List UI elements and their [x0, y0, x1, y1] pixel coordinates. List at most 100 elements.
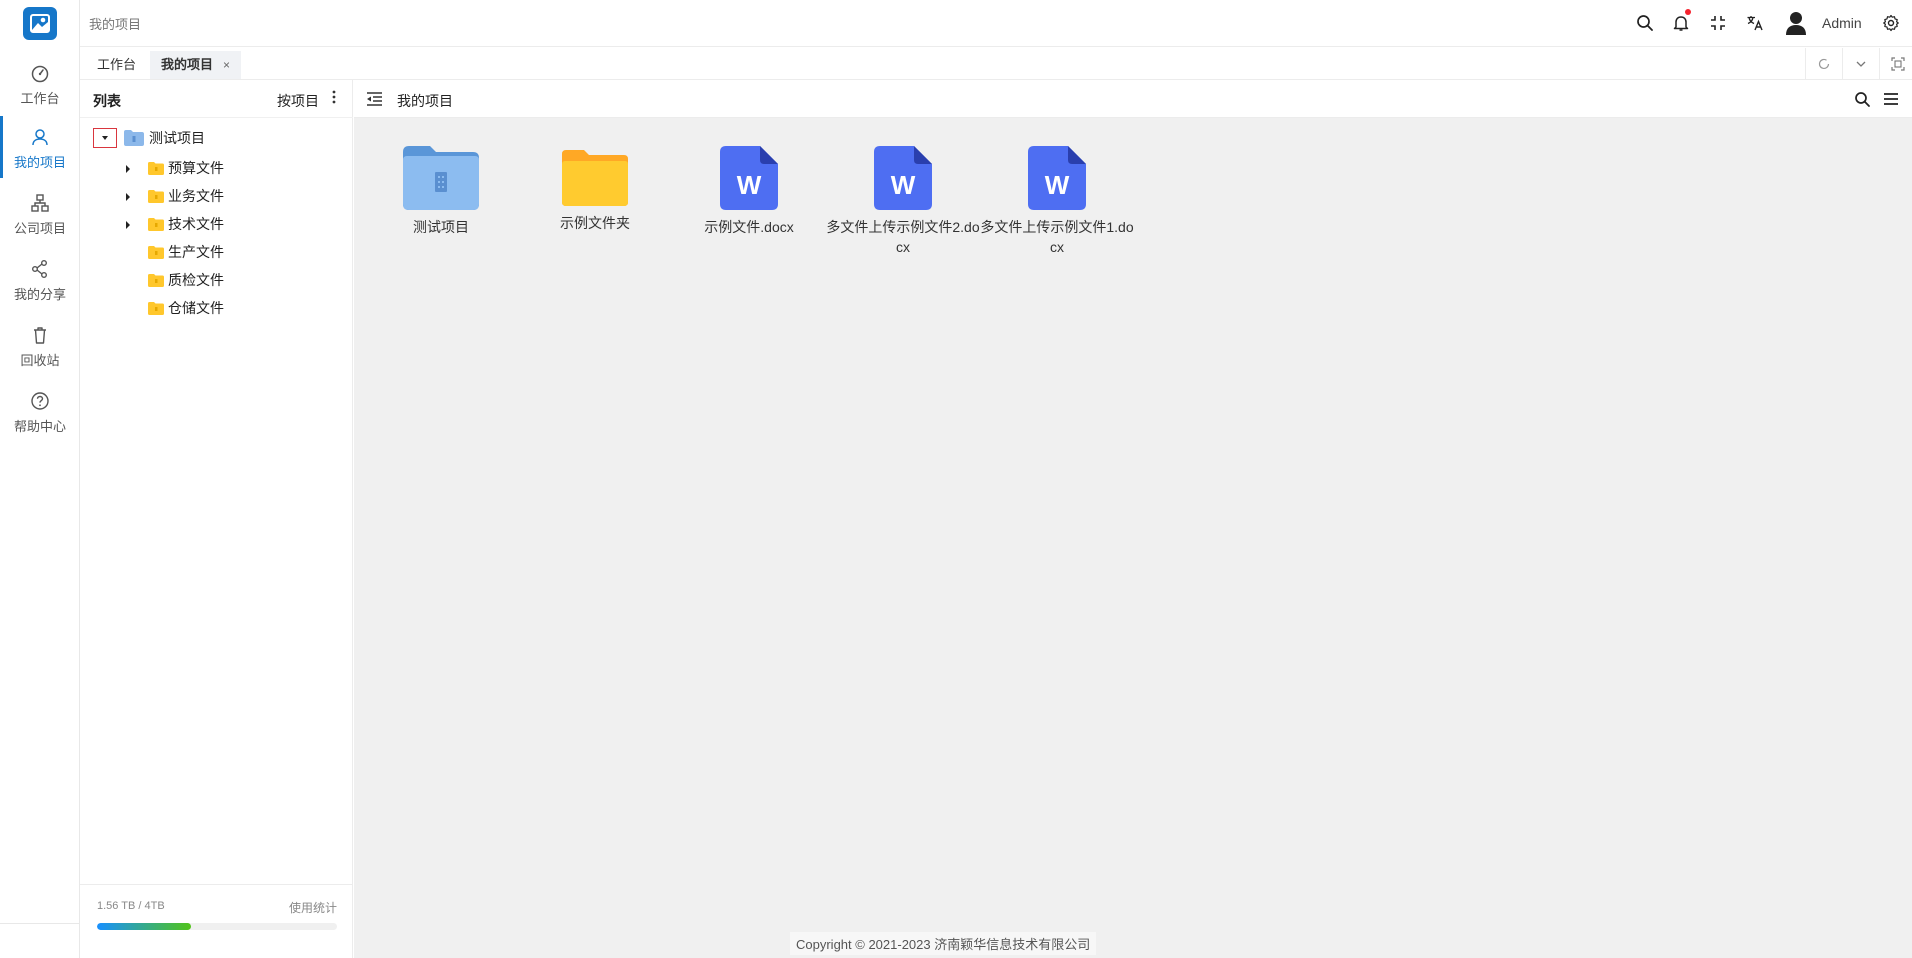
share-icon [32, 260, 47, 278]
storage-usage-text: 1.56 TB / 4TB [97, 900, 165, 912]
divider [80, 884, 353, 885]
nav-item-workbench[interactable]: 工作台 [0, 52, 80, 114]
settings-button[interactable] [1880, 12, 1902, 34]
search-icon[interactable] [1854, 91, 1871, 108]
tree-node-label: 业务文件 [168, 188, 224, 204]
copyright-text: Copyright © 2021-2023 济南颖华信息技术有限公司 [790, 932, 1097, 955]
trash-icon [34, 327, 46, 344]
nav-item-label: 帮助中心 [13, 419, 66, 434]
project-folder-icon [403, 146, 479, 210]
refresh-tab-button[interactable] [1805, 48, 1842, 80]
folder-icon [148, 189, 164, 203]
indent-toggle-icon[interactable] [366, 91, 383, 107]
word-document-icon: W [1028, 146, 1086, 210]
file-name: 示例文件夹 [560, 215, 630, 231]
content-header: 我的项目 [354, 80, 1912, 118]
tab-label: 工作台 [97, 57, 137, 72]
help-icon [31, 392, 49, 410]
tab-label: 我的项目 [161, 57, 214, 72]
divider [0, 923, 80, 924]
tab-workbench[interactable]: 工作台 [86, 51, 147, 79]
storage-progress-fill [97, 923, 191, 930]
user-avatar-icon [1786, 12, 1806, 35]
svg-text:W: W [737, 170, 762, 200]
file-item-word[interactable]: W 多文件上传示例文件2.docx [826, 146, 980, 257]
app-logo[interactable] [23, 7, 57, 40]
nav-rail: 工作台 我的项目 公司项目 我的分享 回收站 帮助中心 [0, 0, 80, 958]
tree-node-technical[interactable]: 技术文件 [148, 213, 224, 235]
tabs-bar: 工作台 我的项目 × [80, 48, 1912, 80]
folder-icon [148, 301, 164, 315]
nav-item-my-projects[interactable]: 我的项目 [0, 116, 80, 178]
tree-node-label: 质检文件 [168, 272, 224, 288]
folder-icon [148, 161, 164, 175]
caret-down-icon [102, 136, 108, 140]
refresh-icon [1818, 58, 1830, 70]
tab-my-projects[interactable]: 我的项目 × [150, 51, 242, 79]
dashboard-icon [31, 65, 49, 83]
caret-right-icon[interactable] [122, 163, 134, 175]
tree-header: 列表 按项目 [80, 80, 353, 118]
nav-item-label: 我的分享 [13, 287, 66, 302]
nav-item-help-center[interactable]: 帮助中心 [0, 380, 80, 442]
file-item-project-folder[interactable]: 测试项目 [364, 146, 518, 237]
tree-node-label: 技术文件 [168, 216, 224, 232]
usage-stats-link[interactable]: 使用统计 [289, 899, 337, 916]
more-vertical-icon[interactable] [329, 88, 339, 108]
nav-item-company-projects[interactable]: 公司项目 [0, 182, 80, 244]
tree-node-label: 测试项目 [149, 130, 205, 146]
file-item-word[interactable]: W 示例文件.docx [672, 146, 826, 237]
maximize-content-button[interactable] [1879, 48, 1912, 80]
file-name: 示例文件.docx [704, 219, 794, 235]
logo-mark-icon [30, 14, 50, 33]
word-document-icon: W [720, 146, 778, 210]
notification-button[interactable] [1670, 9, 1692, 34]
user-name[interactable]: Admin [1822, 15, 1862, 31]
top-header: 我的项目 Admin [80, 0, 1912, 47]
tree-node-quality[interactable]: 质检文件 [148, 269, 224, 291]
storage-progress-bar [97, 923, 337, 930]
group-by-project-button[interactable]: 按项目 [277, 91, 319, 111]
menu-icon[interactable] [1883, 92, 1899, 106]
file-name: 多文件上传示例文件1.docx [980, 219, 1134, 255]
page-title: 我的项目 [89, 17, 142, 32]
tree-node-label: 仓储文件 [168, 300, 224, 316]
tab-dropdown-button[interactable] [1842, 48, 1879, 80]
tree-title: 列表 [93, 93, 121, 109]
gear-icon [1883, 14, 1899, 32]
search-button[interactable] [1634, 12, 1656, 34]
tree-node-storage[interactable]: 仓储文件 [148, 297, 224, 319]
tree-node-budget[interactable]: 预算文件 [148, 157, 224, 179]
tree-panel: 列表 按项目 测试项目 预算文件 业务文件 技术文件 生产文件 质检文件 仓储文… [80, 80, 353, 958]
svg-text:W: W [891, 170, 916, 200]
tab-close-button[interactable]: × [223, 51, 230, 79]
fullscreen-button[interactable] [1707, 12, 1729, 34]
folder-icon [148, 217, 164, 231]
chevron-down-icon [1856, 61, 1866, 67]
folder-icon [562, 150, 628, 206]
nav-item-recycle-bin[interactable]: 回收站 [0, 314, 80, 376]
folder-icon [148, 245, 164, 259]
tree-node-production[interactable]: 生产文件 [148, 241, 224, 263]
maximize-icon [1891, 57, 1905, 71]
nav-item-my-shares[interactable]: 我的分享 [0, 248, 80, 310]
caret-right-icon[interactable] [122, 191, 134, 203]
fullscreen-icon [1711, 16, 1725, 30]
file-item-folder[interactable]: 示例文件夹 [518, 146, 672, 233]
tree-node-root[interactable]: 测试项目 [124, 127, 205, 149]
avatar[interactable] [1783, 10, 1809, 36]
folder-icon [148, 273, 164, 287]
tree-collapse-toggle[interactable] [93, 128, 117, 148]
language-button[interactable] [1744, 12, 1766, 34]
main-content: 我的项目 测试项目 示例文件夹 W 示例文件.docx W 多文件上传示例文件2… [354, 80, 1912, 958]
file-item-word[interactable]: W 多文件上传示例文件1.docx [980, 146, 1134, 257]
tree-node-label: 预算文件 [168, 160, 224, 176]
tree-node-label: 生产文件 [168, 244, 224, 260]
bell-icon [1673, 16, 1689, 31]
translate-icon [1747, 16, 1763, 31]
notification-dot [1685, 9, 1691, 15]
nav-item-label: 公司项目 [13, 221, 66, 236]
file-name: 测试项目 [413, 219, 469, 235]
tree-node-business[interactable]: 业务文件 [148, 185, 224, 207]
caret-right-icon[interactable] [122, 219, 134, 231]
